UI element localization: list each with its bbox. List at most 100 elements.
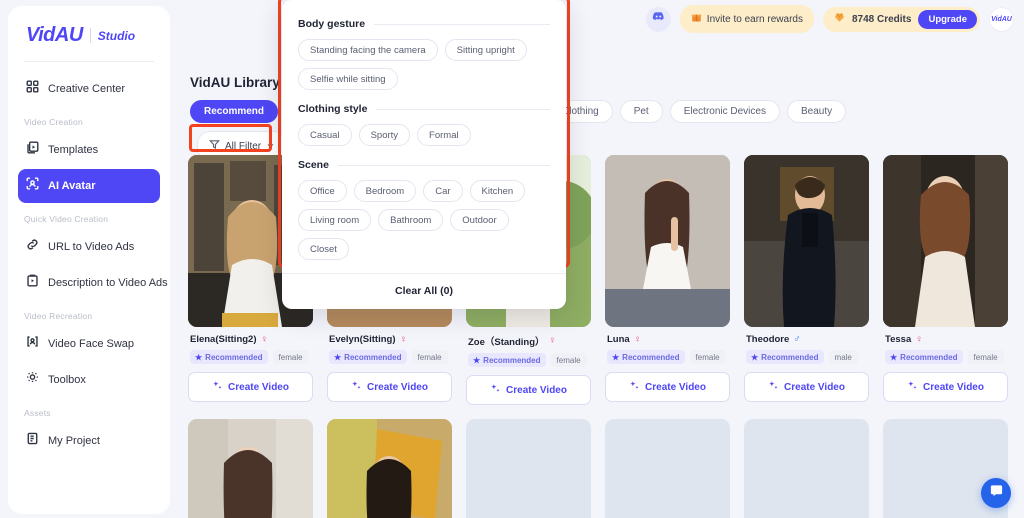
topbar: Invite to earn rewards 8748 Credits Upgr…	[645, 5, 1014, 33]
sidebar-item-label: Toolbox	[48, 374, 86, 386]
gender-badge: female	[967, 350, 1004, 364]
create-video-button[interactable]: Create Video	[188, 372, 313, 402]
avatar-card-placeholder	[605, 419, 730, 518]
recommended-badge: ★ Recommended	[329, 350, 407, 364]
avatar-thumbnail[interactable]	[744, 155, 869, 327]
filter-option-living-room[interactable]: Living room	[298, 209, 372, 231]
chevron-down-icon	[266, 137, 275, 155]
avatar-thumbnail[interactable]	[605, 155, 730, 327]
avatar-thumbnail[interactable]	[883, 155, 1008, 327]
gender-badge: male	[828, 350, 858, 364]
section-header: Body gesture	[298, 18, 550, 30]
sidebar-item-ai-avatar[interactable]: AI Avatar	[18, 169, 160, 203]
filter-option-bathroom[interactable]: Bathroom	[378, 209, 444, 231]
diamond-icon	[834, 10, 845, 28]
sidebar-item-label: URL to Video Ads	[48, 241, 135, 253]
avatar-badges: ★ Recommended female	[885, 350, 1008, 364]
filter-option-formal[interactable]: Formal	[417, 124, 471, 146]
avatar-name: Tessa	[885, 334, 912, 345]
chat-support-button[interactable]	[981, 478, 1011, 508]
sidebar-item-video-face-swap[interactable]: Video Face Swap	[18, 327, 160, 361]
invite-to-earn-rewards-button[interactable]: Invite to earn rewards	[679, 5, 814, 33]
avatar-badges: ★ Recommended female	[329, 350, 452, 364]
clipboard-icon	[26, 274, 39, 292]
app-logo[interactable]: VidAU Studio	[8, 6, 170, 61]
sidebar-section-assets: Assets	[24, 408, 51, 418]
avatar-badges: ★ Recommended female	[468, 353, 591, 367]
upgrade-button[interactable]: Upgrade	[918, 9, 977, 29]
avatar-thumbnail[interactable]	[188, 419, 313, 518]
star-icon: ★	[195, 352, 203, 362]
sidebar-section-video-creation: Video Creation	[24, 117, 83, 127]
star-icon: ★	[890, 352, 898, 362]
filter-section-scene: Scene Office Bedroom Car Kitchen Living …	[282, 159, 566, 260]
all-filter-label: All Filter	[225, 140, 262, 152]
create-video-button[interactable]: Create Video	[883, 372, 1008, 402]
create-video-label: Create Video	[645, 381, 706, 393]
gender-badge: female	[689, 350, 726, 364]
all-filter-dropdown-panel: Body gesture Standing facing the camera …	[282, 0, 566, 309]
sidebar-item-creative-center[interactable]: Creative Center	[18, 72, 160, 106]
create-video-label: Create Video	[506, 384, 567, 396]
avatar-badges: ★ Recommended male	[746, 350, 869, 364]
avatar-card[interactable]: Luna ♀ ★ Recommended female Create Video	[605, 155, 730, 405]
avatar-name-row: Evelyn(Sitting) ♀	[329, 334, 452, 345]
filter-option-outdoor[interactable]: Outdoor	[450, 209, 509, 231]
create-video-label: Create Video	[367, 381, 428, 393]
chip-electronic-devices[interactable]: Electronic Devices	[669, 100, 780, 123]
create-video-label: Create Video	[923, 381, 984, 393]
create-video-button[interactable]: Create Video	[744, 372, 869, 402]
create-video-button[interactable]: Create Video	[327, 372, 452, 402]
sidebar-item-toolbox[interactable]: Toolbox	[18, 363, 160, 397]
filter-option-kitchen[interactable]: Kitchen	[469, 180, 526, 202]
avatar-card[interactable]: Theodore ♂ ★ Recommended male Create Vid…	[744, 155, 869, 405]
section-title: Body gesture	[298, 18, 366, 30]
filter-option-closet[interactable]: Closet	[298, 238, 349, 260]
sparkle-icon	[629, 380, 640, 394]
avatar-card[interactable]: Tessa ♀ ★ Recommended female Create Vide…	[883, 155, 1008, 405]
sidebar-item-url-to-video-ads[interactable]: URL to Video Ads	[18, 230, 160, 264]
sparkle-icon	[212, 380, 223, 394]
avatar-card-placeholder	[466, 419, 591, 518]
discord-button[interactable]	[645, 6, 671, 32]
section-title: Clothing style	[298, 103, 368, 115]
avatar-card[interactable]	[188, 419, 313, 518]
avatar-card[interactable]	[327, 419, 452, 518]
avatar-name: Zoe（Standing）	[468, 337, 545, 348]
recommended-label: Recommended	[205, 352, 263, 362]
sidebar-divider	[24, 61, 154, 62]
gender-badge: female	[272, 350, 309, 364]
filter-option-standing-facing-the-camera[interactable]: Standing facing the camera	[298, 39, 438, 61]
filter-option-sporty[interactable]: Sporty	[358, 124, 411, 146]
gender-female-icon: ♀	[548, 335, 557, 346]
create-video-button[interactable]: Create Video	[605, 372, 730, 402]
chip-beauty[interactable]: Beauty	[786, 100, 847, 123]
category-chips: Clothing Pet Electronic Devices Beauty	[548, 100, 847, 123]
star-icon: ★	[473, 355, 481, 365]
create-video-label: Create Video	[784, 381, 845, 393]
gender-badge: female	[550, 353, 587, 367]
filter-option-casual[interactable]: Casual	[298, 124, 352, 146]
filter-option-office[interactable]: Office	[298, 180, 347, 202]
filter-option-bedroom[interactable]: Bedroom	[353, 180, 417, 202]
avatar-name-row: Elena(Sitting2) ♀	[190, 334, 313, 345]
sidebar-item-templates[interactable]: Templates	[18, 133, 160, 167]
star-icon: ★	[751, 352, 759, 362]
credits-group: 8748 Credits Upgrade	[822, 6, 980, 32]
sidebar-item-description-to-video-ads[interactable]: Description to Video Ads	[18, 266, 168, 300]
filter-section-body-gesture: Body gesture Standing facing the camera …	[282, 18, 566, 90]
filter-option-car[interactable]: Car	[423, 180, 463, 202]
recommended-badge: ★ Recommended	[746, 350, 824, 364]
chip-pet[interactable]: Pet	[619, 100, 663, 123]
option-list: Casual Sporty Formal	[298, 124, 550, 146]
avatar-thumbnail[interactable]	[327, 419, 452, 518]
section-header: Scene	[298, 159, 550, 171]
tab-recommend[interactable]: Recommend	[190, 100, 279, 123]
user-avatar[interactable]: VidAU	[989, 6, 1014, 32]
sidebar-item-my-project[interactable]: My Project	[18, 424, 160, 458]
clear-all-button[interactable]: Clear All (0)	[282, 273, 566, 309]
avatar-thumbnail-skeleton	[605, 419, 730, 518]
create-video-button[interactable]: Create Video	[466, 375, 591, 405]
filter-option-sitting-upright[interactable]: Sitting upright	[444, 39, 527, 61]
filter-option-selfie-while-sitting[interactable]: Selfie while sitting	[298, 68, 398, 90]
